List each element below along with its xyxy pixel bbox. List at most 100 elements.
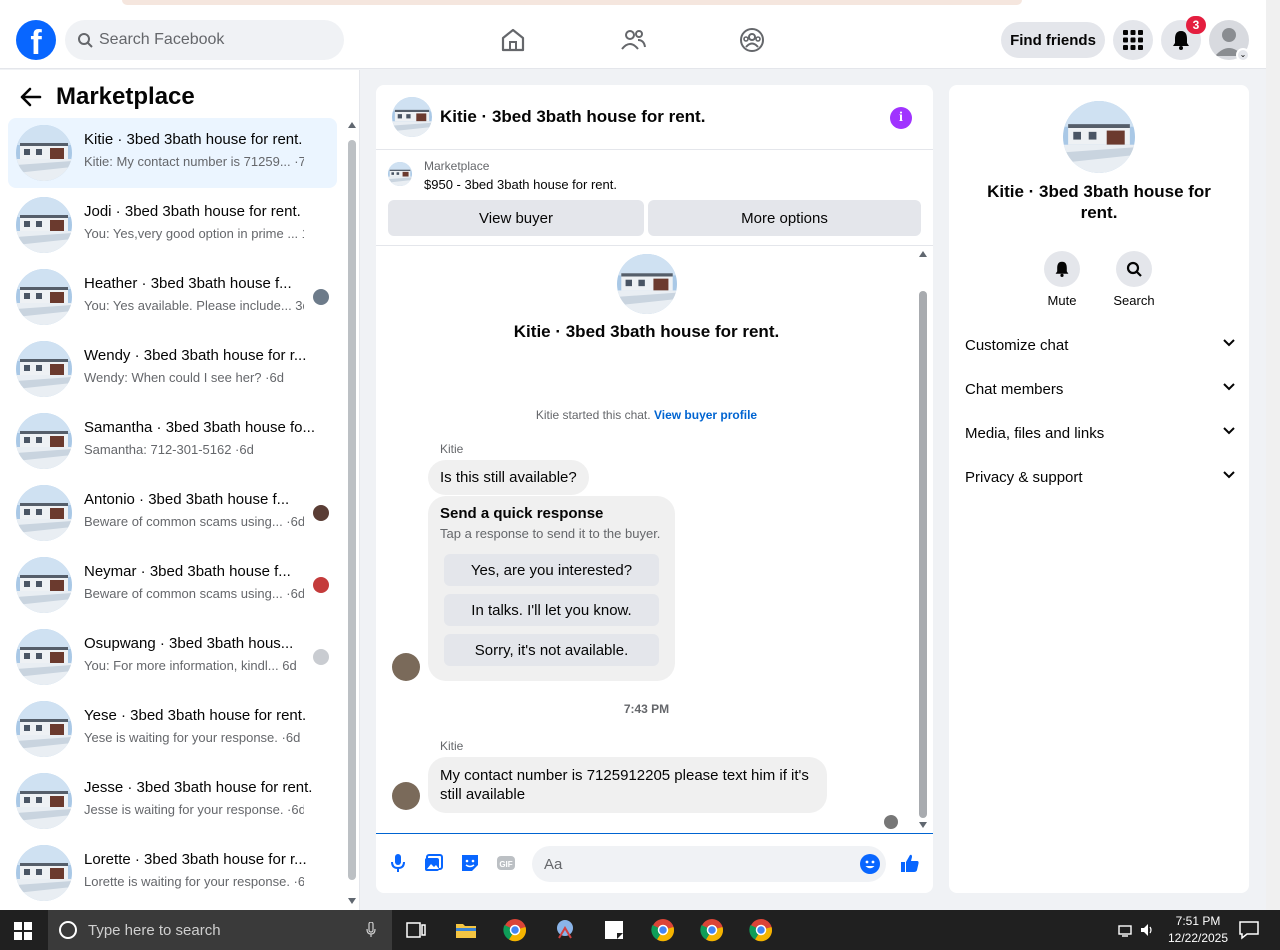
emoji-icon[interactable] — [860, 854, 880, 874]
back-arrow-icon[interactable] — [20, 87, 42, 107]
conversation-snippet: Lorette is waiting for your response. ·6… — [84, 874, 304, 889]
list-item[interactable]: Antonio · 3bed 3bath house f... Beware o… — [8, 478, 337, 548]
quick-reply-button[interactable]: In talks. I'll let you know. — [444, 594, 659, 626]
conversation-name: Heather · 3bed 3bath house f... — [84, 275, 292, 292]
read-receipt-avatar — [313, 505, 329, 521]
mute-button[interactable]: Mute — [1032, 251, 1092, 308]
view-buyer-profile-link[interactable]: View buyer profile — [654, 408, 757, 422]
microphone-icon[interactable] — [387, 852, 409, 874]
list-item[interactable]: Heather · 3bed 3bath house f... You: Yes… — [8, 262, 337, 332]
listing-price[interactable]: $950 - 3bed 3bath house for rent. — [424, 177, 617, 192]
bell-icon — [1173, 31, 1189, 50]
microphone-icon[interactable] — [366, 922, 376, 938]
scroll-up-arrow-icon[interactable] — [348, 122, 356, 128]
listing-thumbnail — [16, 845, 72, 901]
list-item[interactable]: Neymar · 3bed 3bath house f... Beware of… — [8, 550, 337, 620]
scroll-down-arrow-icon[interactable] — [348, 898, 356, 904]
media-files-links-section[interactable]: Media, files and links — [965, 415, 1235, 455]
volume-icon[interactable] — [1139, 918, 1157, 942]
search-box[interactable] — [65, 20, 344, 60]
chat-details-panel: Kitie · 3bed 3bath house for rent. Mute … — [949, 85, 1249, 893]
network-icon[interactable] — [1116, 918, 1136, 942]
section-label: Chat members — [965, 381, 1064, 398]
menu-button[interactable] — [1113, 20, 1153, 60]
gif-icon[interactable]: GIF — [495, 852, 517, 874]
windows-start-icon[interactable] — [14, 922, 32, 940]
chat-members-section[interactable]: Chat members — [965, 371, 1235, 411]
sticker-icon[interactable] — [459, 852, 481, 874]
customize-chat-section[interactable]: Customize chat — [965, 327, 1235, 367]
info-icon[interactable]: i — [890, 107, 912, 129]
list-item[interactable]: Kitie · 3bed 3bath house for rent. Kitie… — [8, 118, 337, 188]
message-scrollbar[interactable] — [917, 246, 929, 833]
chat-title[interactable]: Kitie · 3bed 3bath house for rent. — [440, 107, 705, 127]
facebook-logo-icon[interactable]: f — [16, 20, 56, 60]
conversation-snippet: Kitie: My contact number is 71259... ·7m — [84, 154, 304, 169]
sticky-notes-icon[interactable] — [602, 918, 626, 942]
conversation-snippet: Samantha: 712-301-5162 ·6d — [84, 442, 254, 457]
sender-avatar[interactable] — [392, 653, 420, 681]
menu-grid-icon — [1123, 30, 1143, 50]
privacy-support-section[interactable]: Privacy & support — [965, 459, 1235, 499]
list-item[interactable]: Yese · 3bed 3bath house for rent. Yese i… — [8, 694, 337, 764]
chat-started-notice: Kitie started this chat. View buyer prof… — [376, 408, 917, 422]
friends-icon[interactable] — [618, 25, 648, 55]
list-item[interactable]: Lorette · 3bed 3bath house for r... Lore… — [8, 838, 337, 908]
chat-avatar[interactable] — [392, 97, 432, 137]
section-label: Customize chat — [965, 337, 1069, 354]
chat-intro-title: Kitie · 3bed 3bath house for rent. — [513, 322, 780, 341]
more-options-button[interactable]: More options — [648, 200, 921, 236]
chat-intro-avatar — [617, 254, 677, 314]
scroll-up-arrow-icon[interactable] — [919, 251, 927, 257]
action-center-icon[interactable] — [1237, 918, 1261, 942]
chrome-icon[interactable] — [651, 918, 675, 942]
message-input-box[interactable] — [532, 846, 886, 882]
list-item[interactable]: Jesse · 3bed 3bath house for rent. Jesse… — [8, 766, 337, 836]
mute-label: Mute — [1047, 293, 1077, 308]
view-buyer-button[interactable]: View buyer — [388, 200, 644, 236]
conversation-list-scrollbar[interactable] — [346, 120, 358, 910]
find-friends-button[interactable]: Find friends — [1001, 22, 1105, 58]
listing-thumbnail — [16, 629, 72, 685]
scroll-down-arrow-icon[interactable] — [919, 822, 927, 828]
listing-source: Marketplace — [424, 159, 490, 173]
message-bubble[interactable]: Is this still available? — [428, 460, 589, 495]
conversation-snippet: Jesse is waiting for your response. ·6d — [84, 802, 304, 817]
page-scrollbar[interactable] — [1266, 0, 1280, 910]
taskbar-search[interactable]: Type here to search — [48, 910, 392, 950]
scrollbar-thumb[interactable] — [919, 291, 927, 818]
read-receipt-avatar — [313, 577, 329, 593]
chevron-down-icon — [1223, 471, 1235, 479]
taskbar-clock[interactable]: 7:51 PM 12/22/2025 — [1160, 913, 1236, 947]
file-explorer-icon[interactable] — [454, 918, 478, 942]
snipping-tool-icon[interactable] — [553, 918, 577, 942]
list-item[interactable]: Jodi · 3bed 3bath house for rent. You: Y… — [8, 190, 337, 260]
list-item[interactable]: Samantha · 3bed 3bath house fo... Samant… — [8, 406, 337, 476]
listing-thumbnail — [388, 162, 412, 186]
search-in-conversation-button[interactable]: Search — [1104, 251, 1164, 308]
quick-reply-button[interactable]: Yes, are you interested? — [444, 554, 659, 586]
home-icon[interactable] — [498, 25, 528, 55]
thumbs-up-icon[interactable] — [899, 852, 921, 874]
list-item[interactable]: Wendy · 3bed 3bath house for r... Wendy:… — [8, 334, 337, 404]
groups-icon[interactable] — [737, 25, 767, 55]
photo-icon[interactable] — [423, 852, 445, 874]
clock-date: 12/22/2025 — [1167, 931, 1229, 945]
scrollbar-thumb[interactable] — [348, 140, 356, 880]
listing-thumbnail — [16, 269, 72, 325]
conversation-name: Lorette · 3bed 3bath house for r... — [84, 851, 307, 868]
read-receipt-avatar — [313, 649, 329, 665]
quick-reply-button[interactable]: Sorry, it's not available. — [444, 634, 659, 666]
chrome-icon[interactable] — [700, 918, 724, 942]
chevron-down-icon[interactable]: ⌄ — [1236, 48, 1250, 62]
message-input[interactable] — [544, 846, 844, 882]
message-bubble[interactable]: My contact number is 7125912205 please t… — [428, 757, 827, 813]
chevron-down-icon — [1223, 339, 1235, 347]
sender-avatar[interactable] — [392, 782, 420, 810]
chrome-icon[interactable] — [749, 918, 773, 942]
chrome-icon[interactable] — [503, 918, 527, 942]
task-view-icon[interactable] — [404, 918, 428, 942]
search-input[interactable] — [99, 20, 329, 60]
list-item[interactable]: Osupwang · 3bed 3bath hous... You: For m… — [8, 622, 337, 692]
chat-panel: Kitie · 3bed 3bath house for rent. i Mar… — [376, 85, 933, 893]
